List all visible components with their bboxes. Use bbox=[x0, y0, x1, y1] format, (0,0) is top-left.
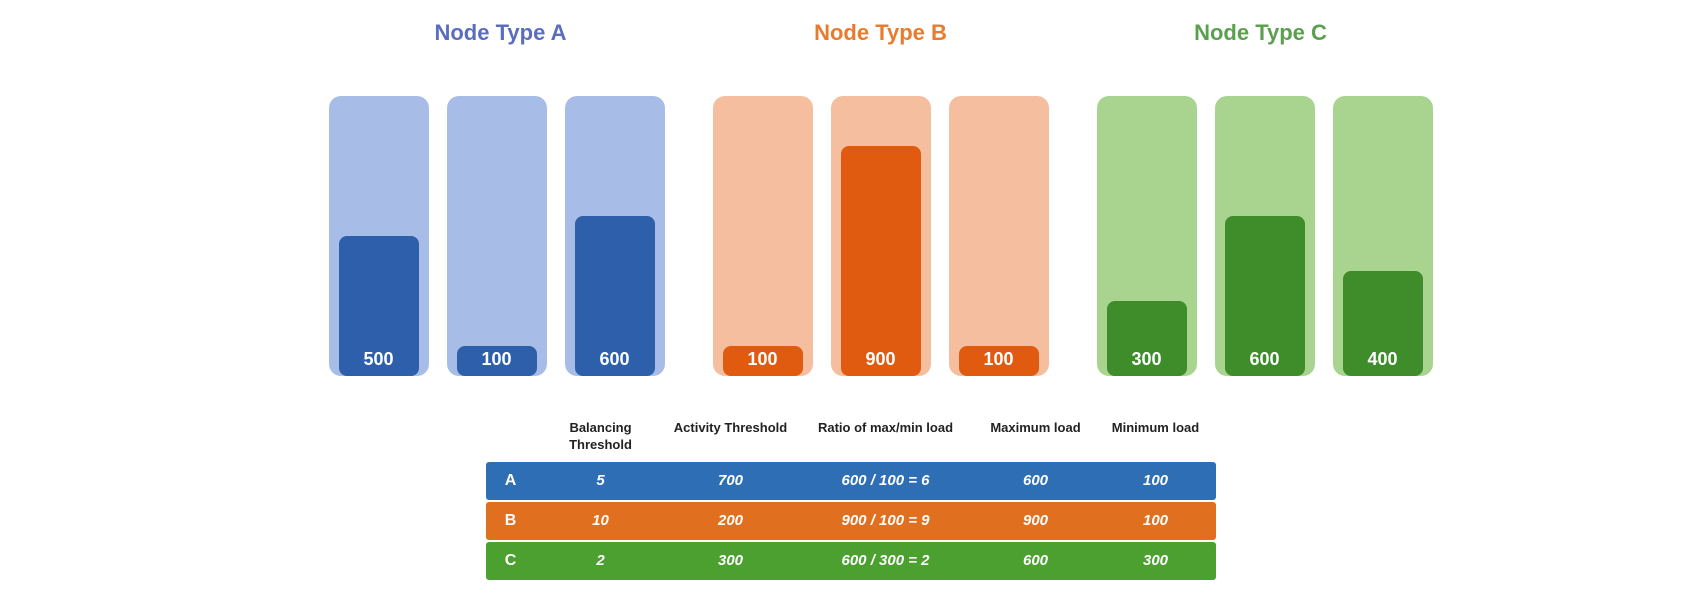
bar-a3-value: 600 bbox=[599, 349, 629, 370]
row-b-min: 100 bbox=[1096, 502, 1216, 539]
bar-c2-outer: 600 bbox=[1215, 96, 1315, 376]
row-a-at: 700 bbox=[666, 462, 796, 499]
row-a-ratio: 600 / 100 = 6 bbox=[796, 462, 976, 499]
bar-b3-inner: 100 bbox=[959, 346, 1039, 376]
node-type-a-label: Node Type A bbox=[311, 20, 691, 46]
bar-b2-value: 900 bbox=[865, 349, 895, 370]
table-row-b: B 10 200 900 / 100 = 9 900 100 bbox=[486, 502, 1216, 540]
row-b-at: 200 bbox=[666, 502, 796, 539]
row-c-bt: 2 bbox=[536, 542, 666, 579]
row-a-label: A bbox=[486, 462, 536, 500]
row-b-label: B bbox=[486, 502, 536, 540]
bar-a1-inner: 500 bbox=[339, 236, 419, 376]
node-type-c-label: Node Type C bbox=[1071, 20, 1451, 46]
bar-group-b: 100 900 100 bbox=[713, 96, 1049, 376]
bar-b3-outer: 100 bbox=[949, 96, 1049, 376]
row-b-max: 900 bbox=[976, 502, 1096, 539]
row-c-max: 600 bbox=[976, 542, 1096, 579]
bar-c1-value: 300 bbox=[1131, 349, 1161, 370]
bar-b1-value: 100 bbox=[747, 349, 777, 370]
node-type-b-label: Node Type B bbox=[691, 20, 1071, 46]
row-c-ratio: 600 / 300 = 2 bbox=[796, 542, 976, 579]
bar-c1-outer: 300 bbox=[1097, 96, 1197, 376]
bar-a2-value: 100 bbox=[481, 349, 511, 370]
header-max-load: Maximum load bbox=[976, 416, 1096, 458]
bar-b2-inner: 900 bbox=[841, 146, 921, 376]
bar-c3-inner: 400 bbox=[1343, 271, 1423, 376]
bar-a2-inner: 100 bbox=[457, 346, 537, 376]
row-c-at: 300 bbox=[666, 542, 796, 579]
bar-c2-inner: 600 bbox=[1225, 216, 1305, 376]
bar-c3-value: 400 bbox=[1367, 349, 1397, 370]
bar-c2-value: 600 bbox=[1249, 349, 1279, 370]
bar-a3-inner: 600 bbox=[575, 216, 655, 376]
row-b-bt: 10 bbox=[536, 502, 666, 539]
bar-chart: 500 100 600 100 bbox=[40, 56, 1661, 376]
bar-group-c: 300 600 400 bbox=[1097, 96, 1433, 376]
table-header-row: Balancing Threshold Activity Threshold R… bbox=[486, 416, 1216, 462]
table-row-c: C 2 300 600 / 300 = 2 600 300 bbox=[486, 542, 1216, 580]
bar-a2-outer: 100 bbox=[447, 96, 547, 376]
data-table: Balancing Threshold Activity Threshold R… bbox=[486, 416, 1216, 582]
bar-c1-inner: 300 bbox=[1107, 301, 1187, 376]
bar-a1-outer: 500 bbox=[329, 96, 429, 376]
header-balancing-threshold: Balancing Threshold bbox=[536, 416, 666, 458]
row-c-min: 300 bbox=[1096, 542, 1216, 579]
bar-group-a: 500 100 600 bbox=[329, 96, 665, 376]
table-row-a: A 5 700 600 / 100 = 6 600 100 bbox=[486, 462, 1216, 500]
row-b-ratio: 900 / 100 = 9 bbox=[796, 502, 976, 539]
bar-b1-inner: 100 bbox=[723, 346, 803, 376]
row-a-max: 600 bbox=[976, 462, 1096, 499]
row-c-label: C bbox=[486, 542, 536, 580]
bar-b3-value: 100 bbox=[983, 349, 1013, 370]
data-table-area: Balancing Threshold Activity Threshold R… bbox=[40, 416, 1661, 582]
bar-b1-outer: 100 bbox=[713, 96, 813, 376]
bar-b2-outer: 900 bbox=[831, 96, 931, 376]
row-a-bt: 5 bbox=[536, 462, 666, 499]
header-min-load: Minimum load bbox=[1096, 416, 1216, 458]
header-activity-threshold: Activity Threshold bbox=[666, 416, 796, 458]
bar-c3-outer: 400 bbox=[1333, 96, 1433, 376]
bar-a1-value: 500 bbox=[363, 349, 393, 370]
header-ratio: Ratio of max/min load bbox=[796, 416, 976, 458]
bar-a3-outer: 600 bbox=[565, 96, 665, 376]
row-a-min: 100 bbox=[1096, 462, 1216, 499]
